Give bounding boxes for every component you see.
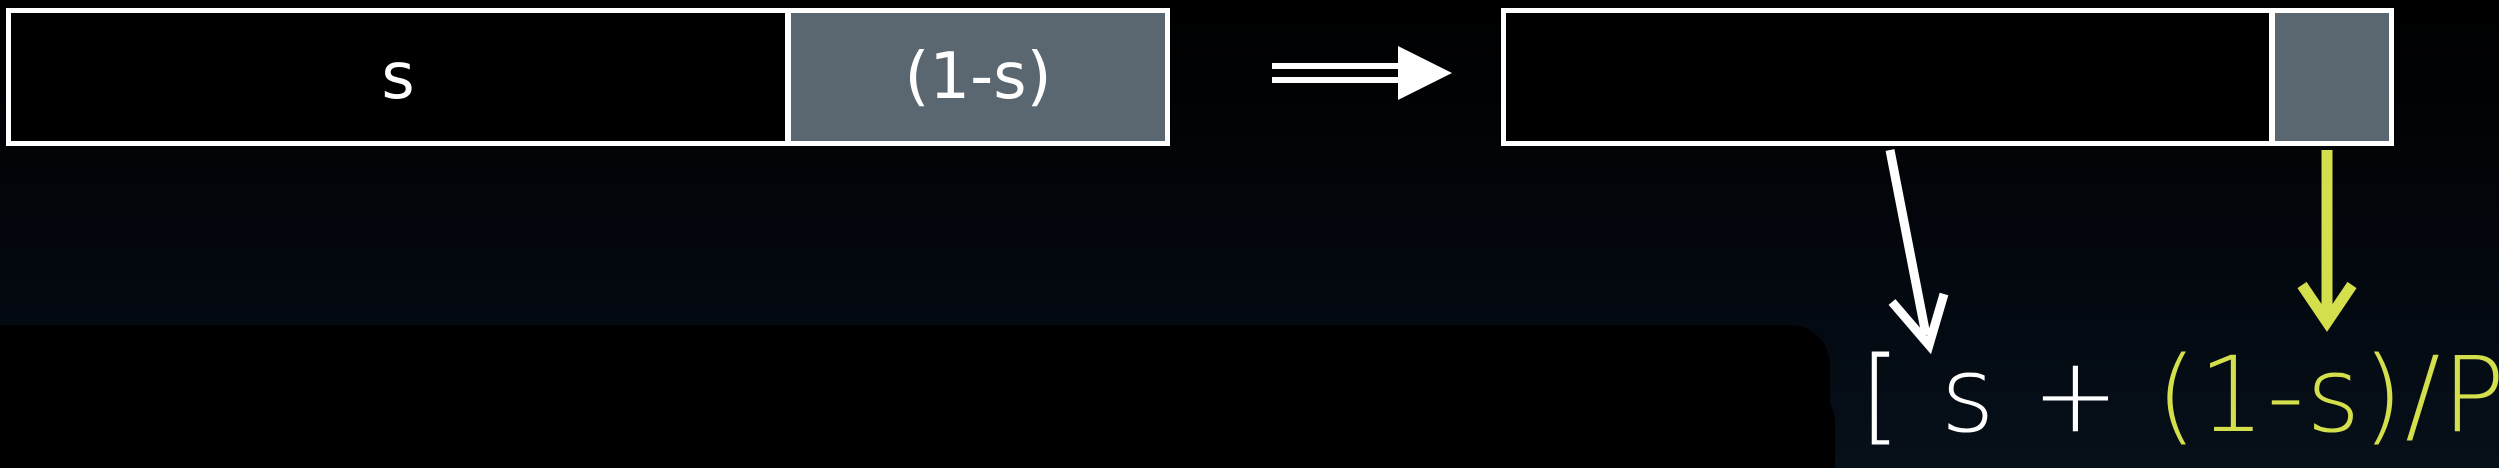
parallel-arrow-icon bbox=[2297, 150, 2357, 332]
serial-arrow-icon bbox=[1885, 149, 1949, 355]
amdahl-formula: [ s + (1-s) /P ] bbox=[1860, 322, 2499, 468]
divisor-term: /P bbox=[2405, 334, 2499, 456]
diagram-canvas: s (1-s) [ s + (1-s) /P bbox=[0, 0, 2499, 468]
serial-term: s bbox=[1940, 334, 1997, 456]
parallel-term: (1-s) bbox=[2156, 334, 2406, 456]
open-bracket: [ bbox=[1860, 334, 1903, 456]
implies-arrow-icon bbox=[1272, 46, 1452, 100]
plus-sign: + bbox=[1996, 334, 2157, 456]
